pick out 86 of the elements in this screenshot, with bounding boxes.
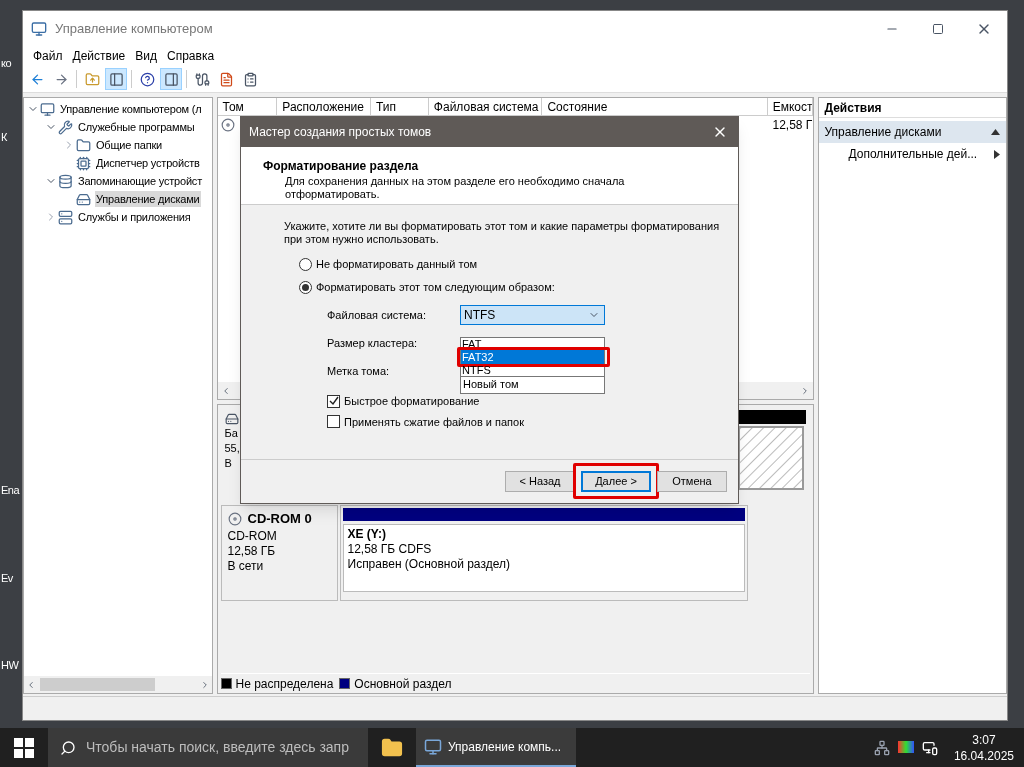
device-icon [76,155,91,171]
checkbox-label: Быстрое форматирование [344,394,480,409]
disk-info-text: Ба [224,426,238,441]
clock-date[interactable]: 16.04.2025 [953,747,1014,764]
search-icon [60,739,76,756]
clock-time[interactable]: 3:07 [972,731,996,748]
disk-info-text: В сети [227,558,265,574]
panel-icon[interactable] [160,68,182,90]
checkbox[interactable] [327,415,340,429]
partition-title: XE (Y:) [347,527,387,542]
radio-button[interactable] [299,280,312,294]
network-icon[interactable] [873,739,890,756]
disk-info-text: 55, [224,441,240,456]
taskbar-app-button[interactable]: Управление компь... [416,728,576,767]
menu-item[interactable]: Справка [163,47,219,65]
dialog-button[interactable]: Отмена [657,471,727,492]
desktop-icon-label[interactable]: HW [1,657,19,674]
tools-icon [58,119,73,135]
horizontal-scrollbar[interactable] [24,676,212,693]
legend-label: Не распределена [235,675,334,693]
actions-section[interactable]: Управление дисками [818,121,1006,143]
tree-item[interactable]: Управление компьютером (л [59,100,203,118]
legend-label: Основной раздел [354,675,452,693]
actions-header: Действия [818,98,1006,118]
disk-info-panel[interactable]: CD-ROM 0 CD-ROM 12,58 ГБ В сети [220,505,338,601]
checkbox-label: Применять сжатие файлов и папок [344,414,524,430]
radio-label: Форматировать этот том следующим образом: [316,279,555,295]
partition-info-text: 12,58 ГБ CDFS [347,542,433,557]
dropdown-option[interactable]: NTFS [461,364,604,376]
field-label: Метка тома: [327,363,391,379]
tree-item[interactable]: Общие папки [95,136,163,154]
color-display-icon[interactable] [897,740,914,755]
tree-item[interactable]: Служебные программы [77,118,196,136]
checkbox[interactable] [327,394,340,408]
field-label: Размер кластера: [327,335,419,351]
partition-panel[interactable]: XE (Y:) 12,58 ГБ CDFS Исправен (Основной раздел) [339,505,748,601]
folder-icon [76,137,91,153]
tree-item[interactable]: Диспетчер устройств [95,154,201,172]
desktop-icon-label[interactable]: Ev [1,570,13,587]
submenu-triangle-icon [994,149,1000,159]
volume-label-field[interactable]: Новый том [460,377,605,394]
disc-icon [227,511,242,526]
disc-icon [220,118,235,132]
dialog-title: Мастер создания простых томов [249,124,432,141]
display-icon[interactable] [921,739,938,756]
tree-item[interactable]: Запоминающие устройст [77,172,203,190]
disk-name: CD-ROM 0 [247,510,312,528]
search-box[interactable]: Чтобы начать поиск, введите здесь запр [48,728,368,767]
computer-icon [424,737,442,756]
radio-button[interactable] [299,257,312,271]
desktop-icon-label[interactable]: К [1,129,7,146]
radio-label: Не форматировать данный том [316,256,478,272]
computer-icon [31,20,47,37]
file-system-dropdown[interactable]: NTFS [460,305,605,325]
step-description: Для сохранения данных на этом разделе его необходимо сначала отформатировать. [284,175,626,201]
desktop-icon-label[interactable]: Ena [1,482,20,499]
window-title: Управление компьютером [55,19,213,38]
dialog-button[interactable]: Далее > [581,471,651,492]
server-icon [58,209,73,225]
dialog-button[interactable]: < Назад [505,471,575,492]
storage-icon [58,173,73,189]
menu-item[interactable]: Вид [131,47,161,65]
action-item[interactable]: Дополнительные дей... [818,143,1006,165]
disk-info-text: CD-ROM [227,528,278,544]
partition-info-text: Исправен (Основной раздел) [347,557,511,572]
instruction-text: Укажите, хотите ли вы форматировать этот том и какие параметры форматирования при этом нужно использовать. [284,220,721,246]
disk-info-text: 12,58 ГБ [227,543,277,559]
table-cell-text: 12,58 Г [772,117,813,134]
panel-icon[interactable] [105,68,127,90]
disk-drive-icon [76,191,91,207]
tree-item[interactable]: Управление дисками [95,190,201,208]
dropdown-option[interactable]: FAT32 [461,350,604,364]
menu-item[interactable]: Действие [68,47,130,65]
collapse-triangle-icon [991,129,1000,135]
disk-info-text: В [224,456,232,471]
scroll-left-icon[interactable] [26,679,36,690]
unallocated-bar [737,410,806,424]
column-header[interactable]: Емкост [767,98,813,116]
menu-item[interactable]: Файл [29,47,67,65]
tree-item[interactable]: Службы и приложения [77,208,192,226]
field-label: Файловая система: [327,307,428,323]
desktop-icon-label[interactable]: ко [1,55,12,72]
unallocated-area [737,426,804,490]
computer-icon [40,101,55,117]
step-heading: Форматирование раздела [263,158,420,175]
disk-drive-icon [224,412,239,426]
